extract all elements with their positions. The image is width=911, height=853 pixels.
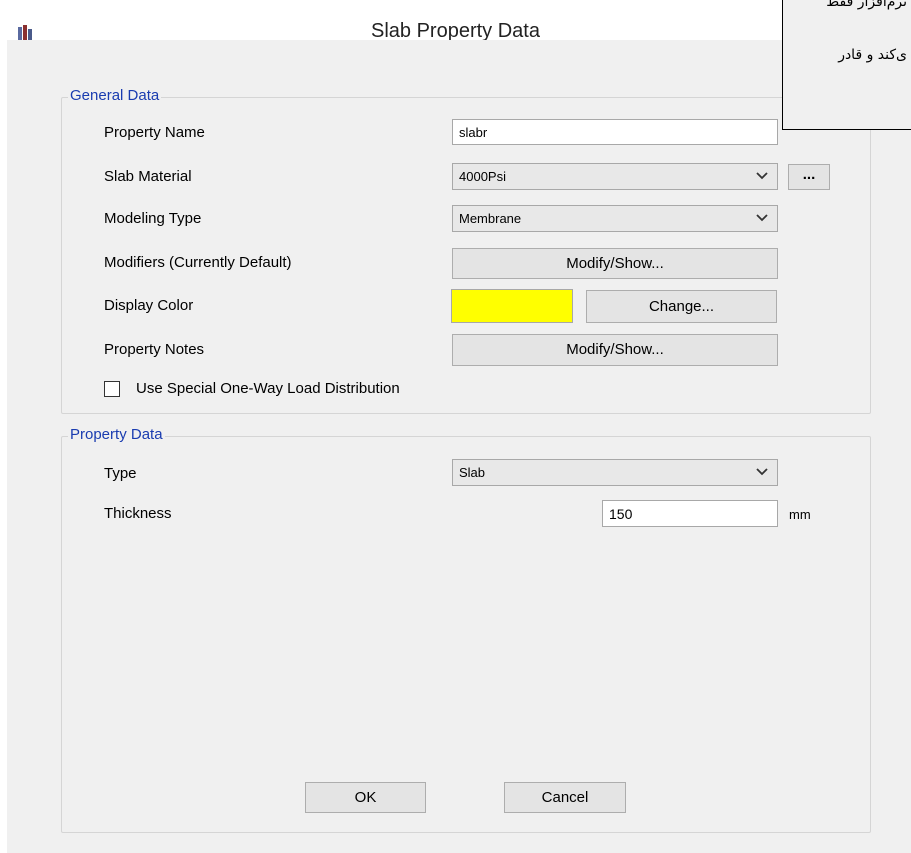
type-label: Type [104,465,137,482]
modifiers-label: Modifiers (Currently Default) [104,254,292,271]
property-data-group: Property Data [61,426,871,833]
slab-material-select[interactable]: 4000Psi [452,163,778,190]
slab-material-value: 4000Psi [459,169,506,184]
modeling-type-select[interactable]: Membrane [452,205,778,232]
modifiers-modify-show-button[interactable]: Modify/Show... [452,248,778,279]
notes-modify-show-button[interactable]: Modify/Show... [452,334,778,366]
change-color-button[interactable]: Change... [586,290,777,323]
thickness-input[interactable]: 150 [602,500,778,527]
chevron-down-icon [756,172,768,180]
type-select[interactable]: Slab [452,459,778,486]
modeling-type-label: Modeling Type [104,210,202,227]
material-browse-button[interactable]: ... [788,164,830,190]
property-notes-label: Property Notes [104,341,205,358]
property-name-label: Property Name [104,124,205,141]
cancel-button[interactable]: Cancel [504,782,626,813]
slab-material-label: Slab Material [104,168,192,185]
one-way-load-checkbox[interactable] [104,381,120,397]
chevron-down-icon [756,214,768,222]
one-way-load-label: Use Special One-Way Load Distribution [136,380,400,397]
tooltip-popup: نرم‌افزار فقط ی‌کند و قادر [782,0,911,130]
type-value: Slab [459,465,486,480]
tooltip-line-1: نرم‌افزار فقط [826,0,907,10]
property-name-input[interactable]: slabr [452,119,778,145]
thickness-unit: mm [789,507,811,522]
display-color-swatch[interactable] [451,289,573,323]
general-data-label: General Data [68,87,162,104]
thickness-label: Thickness [104,505,172,522]
property-data-label: Property Data [68,426,165,443]
chevron-down-icon [756,468,768,476]
display-color-label: Display Color [104,297,194,314]
ok-button[interactable]: OK [305,782,426,813]
modeling-type-value: Membrane [459,211,522,226]
tooltip-line-2: ی‌کند و قادر [838,47,907,63]
